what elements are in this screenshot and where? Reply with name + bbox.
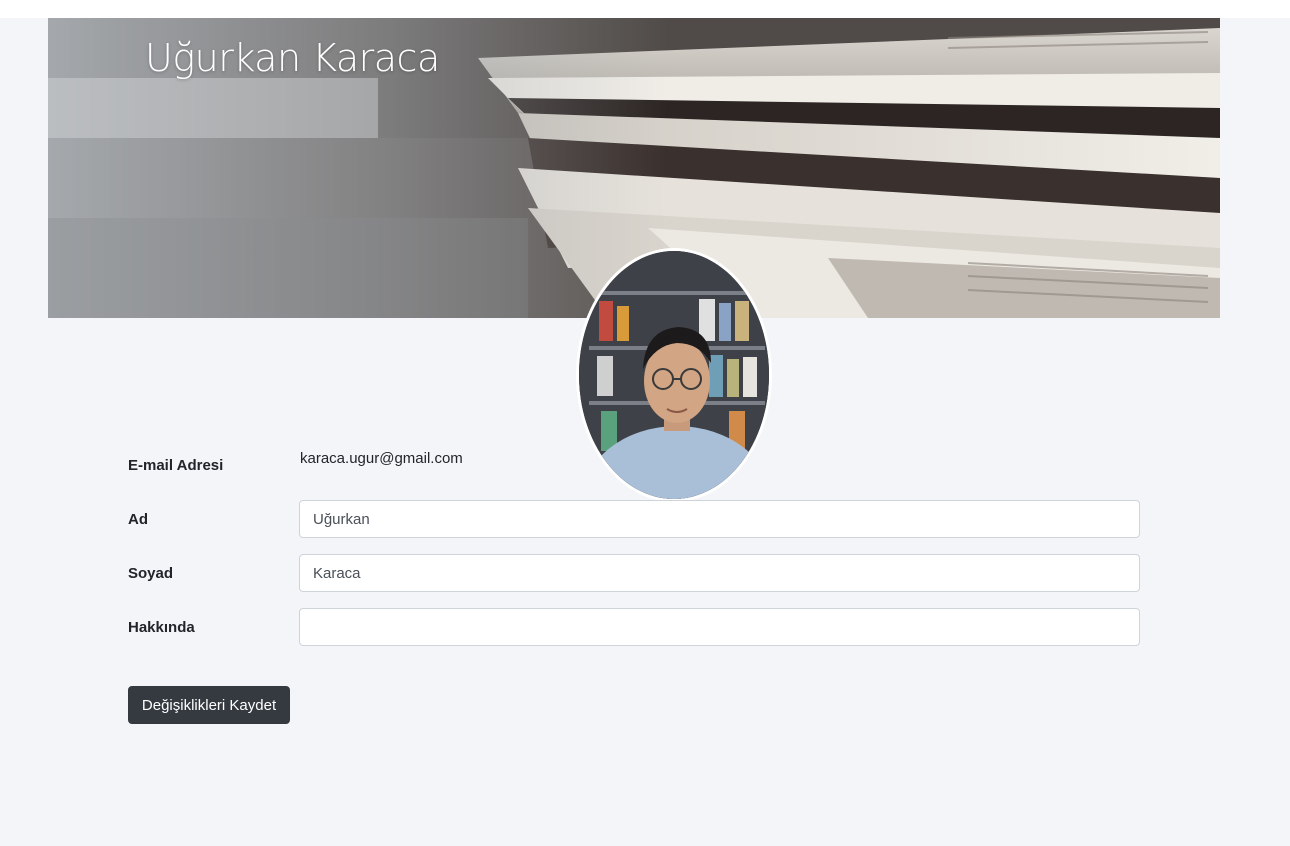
last-name-field[interactable] (299, 554, 1140, 592)
first-name-field[interactable] (299, 500, 1140, 538)
profile-name-title: Uğurkan Karaca (145, 36, 440, 80)
about-label: Hakkında (128, 619, 195, 636)
last-name-label: Soyad (128, 565, 174, 582)
profile-avatar[interactable] (576, 248, 772, 502)
save-changes-button[interactable]: Değişiklikleri Kaydet (128, 686, 290, 724)
first-name-label: Ad (128, 511, 148, 528)
about-field[interactable] (299, 608, 1140, 646)
avatar-photo (579, 251, 769, 499)
email-label: E-mail Adresi (128, 457, 224, 474)
email-value: karaca.ugur@gmail.com (300, 450, 463, 467)
